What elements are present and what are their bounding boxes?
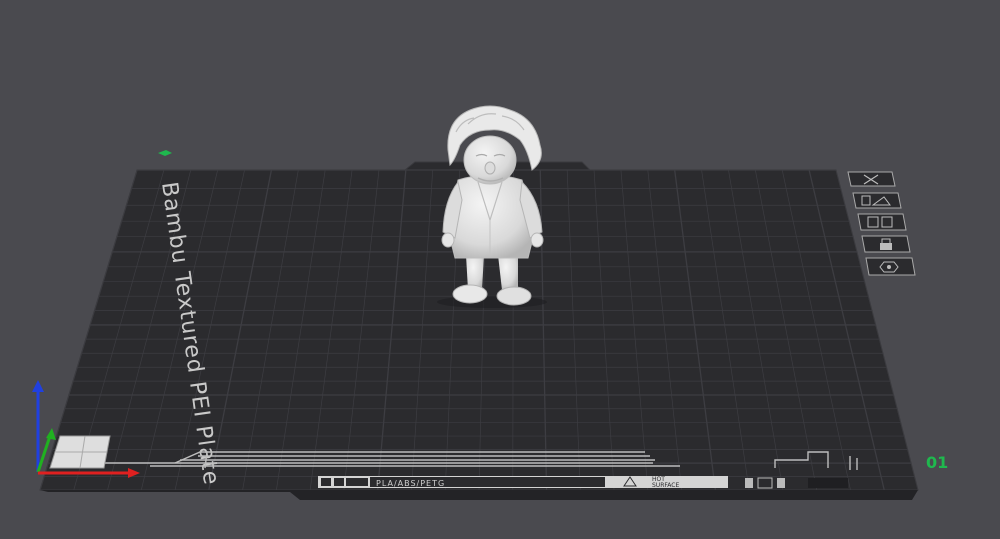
lock-icon[interactable] (861, 235, 911, 253)
3d-viewport[interactable]: Bambu Textured PEI Plate PLA/ABS/PETG HO… (0, 0, 1000, 539)
origin-marker (158, 150, 172, 156)
close-icon[interactable] (847, 171, 896, 187)
origin-corner-tile (49, 435, 111, 469)
hot-surface-label-2: SURFACE (652, 482, 679, 489)
arrange-icon[interactable] (857, 213, 907, 231)
plate-settings-icon[interactable] (865, 257, 916, 276)
plate-number[interactable]: 01 (926, 453, 948, 472)
filament-type-label: PLA/ABS/PETG (376, 479, 445, 488)
auto-orient-icon[interactable] (852, 192, 902, 209)
